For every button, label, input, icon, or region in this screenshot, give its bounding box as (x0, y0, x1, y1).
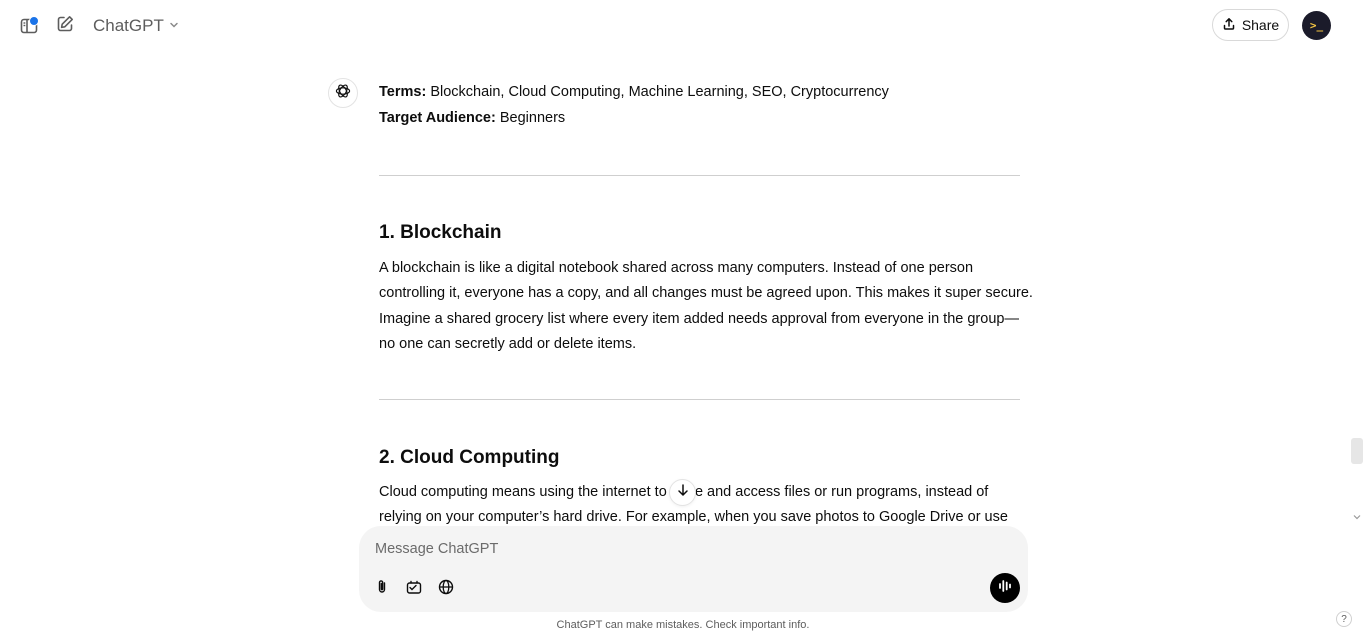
scroll-to-bottom-button[interactable] (669, 479, 696, 506)
scrollbar-down-arrow[interactable] (1351, 512, 1363, 522)
paperclip-icon (373, 578, 391, 601)
paragraph-line: controlling it, everyone has a copy, and… (379, 285, 1033, 302)
openai-logo-icon (334, 82, 352, 105)
terms-line: Terms: Blockchain, Cloud Computing, Mach… (379, 80, 1020, 106)
avatar-text: >_ (1309, 19, 1324, 32)
top-bar: ChatGPT Share >_ (0, 0, 1366, 52)
audience-value: Beginners (499, 109, 566, 126)
share-label: Share (1241, 17, 1280, 33)
section-paragraph: Cloud computing means using the internet… (379, 480, 1024, 531)
share-button[interactable]: Share (1212, 9, 1289, 41)
tools-icon (405, 578, 423, 601)
section-heading: 2. Cloud Computing (379, 447, 560, 468)
disclaimer: ChatGPT can make mistakes. Check importa… (556, 619, 810, 631)
sidebar-toggle-button[interactable] (15, 12, 43, 40)
section-heading: 1. Blockchain (379, 222, 502, 243)
chatgpt-window: ChatGPT Share >_ Terms: Blockchain, Clou… (0, 0, 1366, 641)
attach-button[interactable] (370, 577, 394, 601)
audience-line: Target Audience: Beginners (379, 106, 1020, 132)
terms-value: Blockchain, Cloud Computing, Machine Lea… (430, 84, 889, 100)
paragraph-line: Imagine a shared grocery list where ever… (379, 310, 1019, 327)
scrollbar-thumb[interactable] (1351, 438, 1363, 464)
search-web-button[interactable] (434, 577, 458, 601)
voice-mode-button[interactable] (990, 573, 1020, 603)
divider (379, 399, 1020, 400)
globe-icon (437, 578, 455, 601)
message-input[interactable] (375, 538, 935, 560)
new-chat-icon (55, 14, 75, 39)
user-avatar[interactable]: >_ (1302, 11, 1331, 40)
help-button[interactable]: ? (1336, 611, 1352, 627)
sidebar-toggle-icon (19, 16, 39, 36)
terms-label: Terms: (379, 84, 427, 100)
tools-button[interactable] (402, 577, 426, 601)
chevron-down-icon (168, 16, 180, 36)
new-chat-button[interactable] (51, 12, 79, 40)
model-name: ChatGPT (93, 16, 164, 35)
model-picker[interactable]: ChatGPT (86, 12, 187, 40)
paragraph-line: no one can secretly add or delete items. (379, 335, 637, 352)
divider (379, 175, 1020, 176)
composer (359, 526, 1028, 612)
share-icon (1222, 17, 1236, 34)
assistant-avatar (328, 78, 358, 108)
paragraph-line: Cloud computing means using the internet… (379, 484, 989, 500)
notification-dot (29, 16, 39, 26)
arrow-down-icon (676, 483, 690, 502)
assistant-message: Terms: Blockchain, Cloud Computing, Mach… (379, 80, 1020, 131)
audience-label: Target Audience: (379, 109, 496, 126)
paragraph-line: A blockchain is like a digital notebook … (379, 260, 974, 276)
voice-waveform-icon (997, 578, 1013, 599)
section-paragraph: A blockchain is like a digital notebook … (379, 256, 1033, 357)
